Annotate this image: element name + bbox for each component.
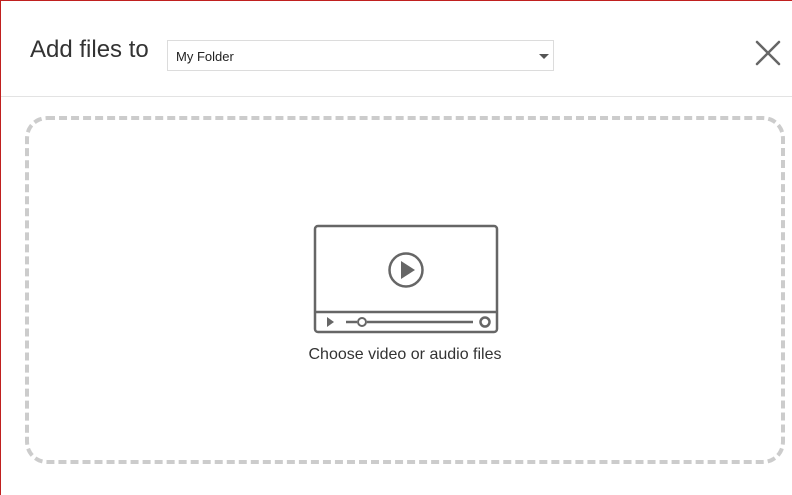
chevron-down-icon [539, 54, 549, 59]
add-files-dialog: Add files to My Folder Choose video or a… [0, 0, 792, 495]
folder-select-value: My Folder [176, 49, 234, 64]
close-button[interactable] [752, 37, 784, 69]
dialog-header: Add files to My Folder [1, 1, 792, 97]
folder-select[interactable]: My Folder [167, 40, 554, 71]
close-icon [755, 40, 781, 66]
dropzone-label: Choose video or audio files [308, 346, 502, 363]
dialog-title: Add files to [30, 36, 149, 63]
video-player-icon [313, 224, 499, 334]
